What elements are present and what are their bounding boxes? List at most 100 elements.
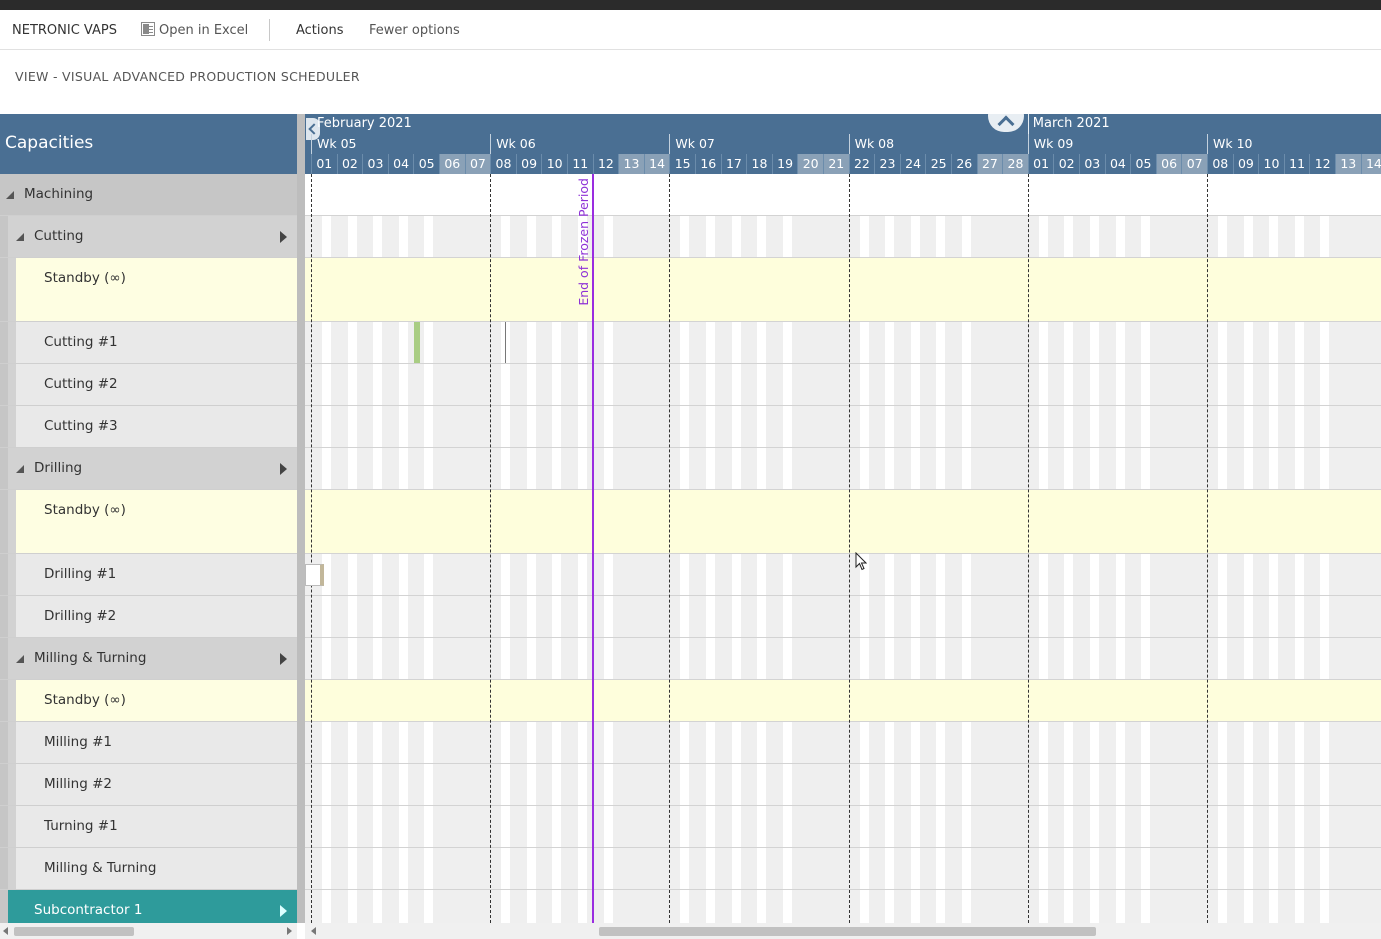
working-time-stripe	[501, 722, 511, 763]
day-label: 11	[567, 154, 593, 174]
working-time-stripe	[373, 848, 383, 889]
gantt-scroll-thumb[interactable]	[599, 927, 1096, 936]
operation-bar[interactable]	[414, 322, 420, 363]
collapse-triangle-icon[interactable]	[6, 191, 14, 199]
capacity-row[interactable]: Drilling	[0, 448, 297, 490]
working-time-stripe	[962, 364, 971, 405]
capacity-row[interactable]: Standby (∞)	[0, 680, 297, 722]
capacity-row[interactable]: Cutting	[0, 216, 297, 258]
scroll-right-arrow-icon[interactable]	[287, 927, 292, 935]
working-time-stripe	[1090, 764, 1099, 805]
open-in-excel-button[interactable]: Open in Excel	[141, 10, 248, 50]
gantt-scroll-left-arrow-icon[interactable]	[311, 927, 316, 935]
gantt-row[interactable]	[305, 448, 1381, 490]
capacity-row[interactable]: Turning #1	[0, 806, 297, 848]
capacity-row[interactable]: Standby (∞)	[0, 490, 297, 554]
operation-bar[interactable]	[305, 564, 324, 586]
capacity-row[interactable]: Drilling #1	[0, 554, 297, 596]
gantt-row[interactable]	[305, 490, 1381, 554]
collapse-triangle-icon[interactable]	[16, 233, 24, 241]
working-time-stripe	[1141, 322, 1151, 363]
working-time-stripe	[1269, 890, 1279, 923]
gantt-row[interactable]	[305, 806, 1381, 848]
panel-splitter[interactable]	[297, 114, 305, 923]
working-time-stripe	[1218, 596, 1227, 637]
working-time-stripe	[526, 406, 536, 447]
scroll-left-arrow-icon[interactable]	[3, 927, 8, 935]
collapse-up-icon[interactable]	[988, 114, 1024, 132]
working-time-stripe	[552, 554, 562, 595]
capacity-row[interactable]: Milling & Turning	[0, 848, 297, 890]
working-time-stripe	[552, 638, 562, 679]
working-time-stripe	[962, 216, 971, 257]
fewer-options-button[interactable]: Fewer options	[369, 10, 460, 50]
working-time-stripe	[1243, 596, 1253, 637]
gantt-row[interactable]	[305, 764, 1381, 806]
capacity-row[interactable]: Cutting #3	[0, 406, 297, 448]
gantt-row[interactable]	[305, 638, 1381, 680]
expand-arrow-icon[interactable]	[280, 653, 287, 665]
gantt-row[interactable]	[305, 174, 1381, 216]
capacity-row[interactable]: Drilling #2	[0, 596, 297, 638]
working-time-stripe	[1141, 406, 1151, 447]
working-time-stripe	[936, 848, 946, 889]
working-time-stripe	[885, 596, 895, 637]
gantt-row[interactable]	[305, 258, 1381, 322]
working-time-stripe	[910, 722, 920, 763]
working-time-stripe	[1218, 216, 1227, 257]
actions-menu[interactable]: Actions	[296, 10, 344, 50]
expand-arrow-icon[interactable]	[280, 463, 287, 475]
working-time-stripe	[1064, 806, 1074, 847]
tree-indent	[0, 406, 8, 447]
gantt-row[interactable]	[305, 364, 1381, 406]
gantt-row[interactable]	[305, 406, 1381, 448]
tree-indent	[0, 764, 8, 805]
capacity-row[interactable]: Cutting #1	[0, 322, 297, 364]
operation-marker[interactable]	[505, 322, 506, 363]
gantt-chart-area[interactable]: End of Frozen Period	[305, 174, 1381, 923]
working-time-stripe	[1064, 764, 1074, 805]
frozen-period-line[interactable]	[591, 174, 594, 923]
working-time-stripe	[398, 722, 408, 763]
tree-scroll-thumb[interactable]	[14, 927, 134, 936]
working-time-stripe	[680, 722, 690, 763]
working-time-stripe	[373, 596, 383, 637]
capacity-row[interactable]: Milling #1	[0, 722, 297, 764]
collapse-triangle-icon[interactable]	[16, 465, 24, 473]
gantt-row[interactable]	[305, 890, 1381, 923]
collapse-triangle-icon[interactable]	[16, 655, 24, 663]
working-time-stripe	[1115, 554, 1125, 595]
capacity-row[interactable]: Subcontractor 1	[0, 890, 297, 923]
capacity-row[interactable]: Standby (∞)	[0, 258, 297, 322]
working-time-stripe	[782, 764, 792, 805]
open-in-excel-label: Open in Excel	[159, 23, 249, 38]
working-time-stripe	[706, 596, 715, 637]
working-time-stripe	[962, 554, 971, 595]
working-time-stripe	[1090, 554, 1099, 595]
working-time-stripe	[552, 406, 562, 447]
working-time-stripe	[1064, 364, 1074, 405]
working-time-stripe	[859, 722, 869, 763]
gantt-row[interactable]	[305, 554, 1381, 596]
working-time-stripe	[706, 216, 715, 257]
gantt-row[interactable]	[305, 680, 1381, 722]
gantt-row[interactable]	[305, 322, 1381, 364]
working-time-stripe	[322, 406, 331, 447]
capacity-row[interactable]: Milling & Turning	[0, 638, 297, 680]
working-time-stripe	[1218, 848, 1227, 889]
tree-horizontal-scrollbar[interactable]	[0, 923, 297, 939]
capacity-row[interactable]: Milling #2	[0, 764, 297, 806]
expand-arrow-icon[interactable]	[280, 905, 287, 917]
working-time-stripe	[424, 554, 434, 595]
gantt-row[interactable]	[305, 848, 1381, 890]
working-time-stripe	[731, 406, 741, 447]
capacity-row[interactable]: Cutting #2	[0, 364, 297, 406]
gantt-row[interactable]	[305, 596, 1381, 638]
gantt-row[interactable]	[305, 216, 1381, 258]
gantt-horizontal-scrollbar[interactable]	[305, 923, 1381, 939]
working-time-stripe	[526, 764, 536, 805]
capacity-row[interactable]: Machining	[0, 174, 297, 216]
expand-arrow-icon[interactable]	[280, 231, 287, 243]
working-time-stripe	[962, 322, 971, 363]
gantt-row[interactable]	[305, 722, 1381, 764]
